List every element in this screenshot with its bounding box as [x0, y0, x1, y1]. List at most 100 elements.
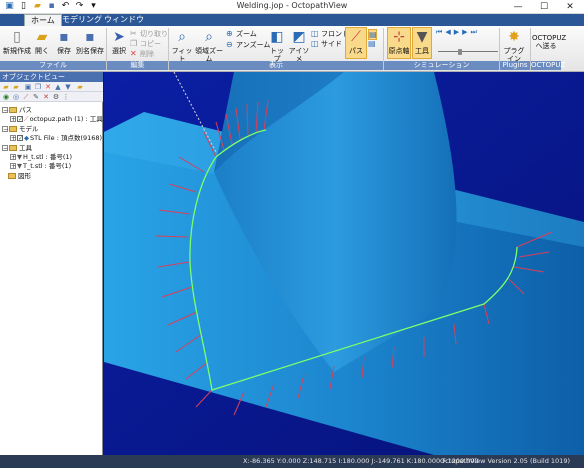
save-as-button[interactable]: ▪ 別名保存 [75, 28, 105, 55]
tree-item-label: パス [19, 106, 32, 114]
status-bar: X:-86.365 Y:0.000 Z:148.715 I:180.000 J:… [0, 455, 584, 468]
tree-item-shapes[interactable]: 図形 [8, 172, 31, 181]
path-icon: ⟋ [24, 115, 29, 123]
hide-icon[interactable]: ◎ [12, 93, 20, 101]
tree-item-octopuz-path[interactable]: + ✓⟋octopuz.path (1) : 工具 [10, 115, 103, 124]
iso-view-button[interactable]: ◩ アイソメ [287, 28, 311, 63]
zoom-icon: ⊕ [226, 29, 233, 38]
show-icon[interactable]: ◉ [2, 93, 10, 101]
skip-start-icon[interactable]: ⏮ [436, 28, 445, 36]
area-zoom-button[interactable]: ⌕ 領域ズーム [193, 28, 225, 63]
zoom-out-button[interactable]: ⊖ アンズーム [226, 40, 270, 50]
more-icon[interactable]: ⋮ [62, 93, 70, 101]
path-icon: ⟋ [351, 29, 361, 45]
scissors-icon: ✂ [130, 29, 137, 38]
expand-icon[interactable]: + [10, 135, 16, 142]
delete-button[interactable]: ✕ 削除 [130, 49, 154, 59]
side-view-button-label: サイド [321, 40, 342, 48]
save-button[interactable]: ▪ 保存 [53, 28, 75, 55]
side-view-button[interactable]: ◫ サイド [311, 39, 342, 49]
ribbon-tabs: ホーム モデリング ウィンドウ [0, 14, 584, 26]
display-option-icon: ▤ [368, 39, 376, 48]
cut-button-label: 切り取り [140, 30, 168, 38]
expand-icon[interactable]: + [10, 154, 16, 161]
close-button[interactable]: ✕ [557, 0, 583, 14]
tree-item-path[interactable]: − パス [2, 106, 32, 115]
copy-icon: ❐ [130, 39, 138, 48]
copy-button[interactable]: ❐ コピー [130, 39, 161, 49]
model-icon: ◆ [24, 134, 29, 142]
object-view-toolbar-2: ◉ ◎ ⟋ ✎ ✕ ⚙ ⋮ [0, 92, 103, 102]
step-back-icon[interactable]: ◀ [445, 28, 453, 36]
tool-edit-icon[interactable]: ✎ [32, 93, 40, 101]
delete-button-label: 削除 [140, 50, 154, 58]
cursor-arrow-icon: ➤ [113, 29, 125, 45]
copy-object-icon[interactable]: ❐ [34, 83, 42, 91]
open-button[interactable]: ▰ 開く [31, 28, 53, 55]
group-label-edit: 編集 [107, 61, 168, 70]
folder-open-icon[interactable]: ▰ [12, 83, 20, 91]
select-button[interactable]: ➤ 選択 [109, 28, 129, 55]
collapse-icon[interactable]: − [2, 145, 8, 152]
ribbon-group-labels: ファイル 編集 表示 シミュレーション Plugins OCTOPUZ [0, 61, 584, 71]
cut-button[interactable]: ✂ 切り取り [130, 29, 168, 39]
plugin-button[interactable]: ✸ プラグイン [501, 28, 527, 63]
path-edit-icon[interactable]: ⟋ [22, 93, 30, 101]
folder-add-icon[interactable]: ▰ [2, 83, 10, 91]
collapse-icon[interactable]: − [2, 126, 8, 133]
move-down-icon[interactable]: ▼ [64, 83, 72, 91]
tree-item-t-tool[interactable]: +▼T_t.stl : 番号(1) [10, 162, 71, 171]
expand-icon[interactable]: + [10, 116, 16, 123]
save-as-button-label: 別名保存 [76, 47, 104, 55]
move-up-icon[interactable]: ▲ [54, 83, 62, 91]
simulation-speed-slider[interactable] [438, 49, 498, 55]
filter-icon[interactable]: ✕ [42, 93, 50, 101]
play-icon[interactable]: ▶ [454, 28, 462, 36]
top-view-button[interactable]: ◧ トップ [267, 28, 287, 63]
settings-gear-icon[interactable]: ⚙ [52, 93, 60, 101]
group-label-view: 表示 [169, 61, 383, 70]
tool-button-label: 工具 [415, 47, 429, 55]
tool-icon: ▼ [17, 153, 22, 161]
object-icon[interactable]: ▣ [24, 83, 32, 91]
tree-item-model[interactable]: − モデル [2, 125, 39, 134]
maximize-button[interactable]: ☐ [531, 0, 557, 14]
folder-icon [9, 145, 17, 151]
origin-axis-button-label: 原点軸 [388, 47, 410, 55]
new-button-label: 新規作成 [3, 47, 31, 55]
zoom-button[interactable]: ⊕ ズーム [226, 29, 257, 39]
3d-viewport[interactable] [104, 72, 584, 455]
iso-view-cube-icon: ◩ [292, 29, 306, 45]
path-button[interactable]: ⟋ パス [345, 27, 367, 59]
tree-item-tool[interactable]: − 工具 [2, 144, 32, 153]
skip-end-icon[interactable]: ⏭ [470, 28, 479, 36]
visibility-checkbox[interactable]: ✓ [17, 116, 23, 123]
send-to-octopuz-button[interactable]: OCTOPUZ へ送る [532, 28, 566, 50]
object-view-toolbar-1: ▰ ▰ ▣ ❐ ✕ ▲ ▼ ▰ [0, 82, 103, 92]
origin-axis-button[interactable]: ⊹ 原点軸 [387, 27, 411, 59]
properties-icon[interactable]: ▰ [76, 83, 84, 91]
new-file-icon: ▯ [13, 29, 21, 45]
save-button-label: 保存 [57, 47, 71, 55]
object-view-title: オブジェクトビュー [0, 72, 103, 82]
new-button[interactable]: ▯ 新規作成 [3, 28, 31, 55]
tab-window[interactable]: ウィンドウ [98, 14, 150, 26]
tool-button[interactable]: ▼ 工具 [412, 27, 432, 59]
object-view-panel: オブジェクトビュー ▰ ▰ ▣ ❐ ✕ ▲ ▼ ▰ ◉ ◎ ⟋ ✎ ✕ ⚙ ⋮ … [0, 72, 103, 455]
delete-object-icon[interactable]: ✕ [44, 83, 52, 91]
tree-item-stl-file[interactable]: + ✓◆STL File : 頂点数(9168) [10, 134, 102, 143]
visibility-checkbox[interactable]: ✓ [17, 135, 23, 142]
minimize-button[interactable]: — [505, 0, 531, 14]
collapse-icon[interactable]: − [2, 107, 8, 114]
display-toggle-2[interactable]: ▤ [368, 39, 378, 49]
tool-icon: ▼ [17, 162, 22, 170]
open-folder-icon: ▰ [36, 29, 48, 45]
playback-controls[interactable]: ⏮◀▶▶⏭ [436, 28, 480, 37]
tree-item-h-tool[interactable]: +▼H_t.stl : 番号(1) [10, 153, 72, 162]
zoom-button-label: ズーム [236, 30, 257, 38]
front-view-button[interactable]: ◫ フロント [311, 29, 349, 39]
expand-icon[interactable]: + [10, 163, 16, 170]
fit-button[interactable]: ⌕ フィット [171, 28, 193, 63]
select-button-label: 選択 [112, 47, 126, 55]
tree-item-label: モデル [19, 125, 39, 133]
